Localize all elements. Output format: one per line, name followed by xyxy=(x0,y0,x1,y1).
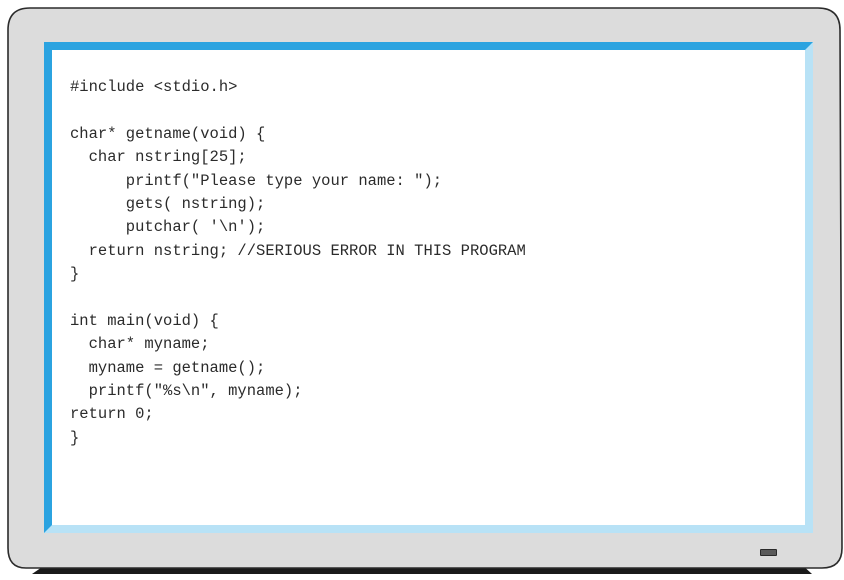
power-led-icon xyxy=(760,549,777,556)
code-line: myname = getname(); xyxy=(70,358,266,377)
code-line: char* getname(void) { xyxy=(70,124,266,143)
code-line: printf("%s\n", myname); xyxy=(70,382,303,401)
code-line: return nstring; //SERIOUS ERROR IN THIS … xyxy=(70,241,526,260)
code-line: int main(void) { xyxy=(70,311,219,330)
code-line: return 0; xyxy=(70,405,154,424)
code-line: char nstring[25]; xyxy=(70,148,247,167)
code-line: char* myname; xyxy=(70,335,210,354)
code-line: } xyxy=(70,428,80,447)
code-line: #include <stdio.h> xyxy=(70,78,238,96)
code-line: gets( nstring); xyxy=(70,194,266,213)
code-line: putchar( '\n'); xyxy=(70,218,266,237)
code-block: #include <stdio.h> char* getname(void) {… xyxy=(70,76,526,450)
code-line: printf("Please type your name: "); xyxy=(70,171,443,190)
monitor: #include <stdio.h> char* getname(void) {… xyxy=(0,0,844,580)
code-line: } xyxy=(70,265,80,284)
